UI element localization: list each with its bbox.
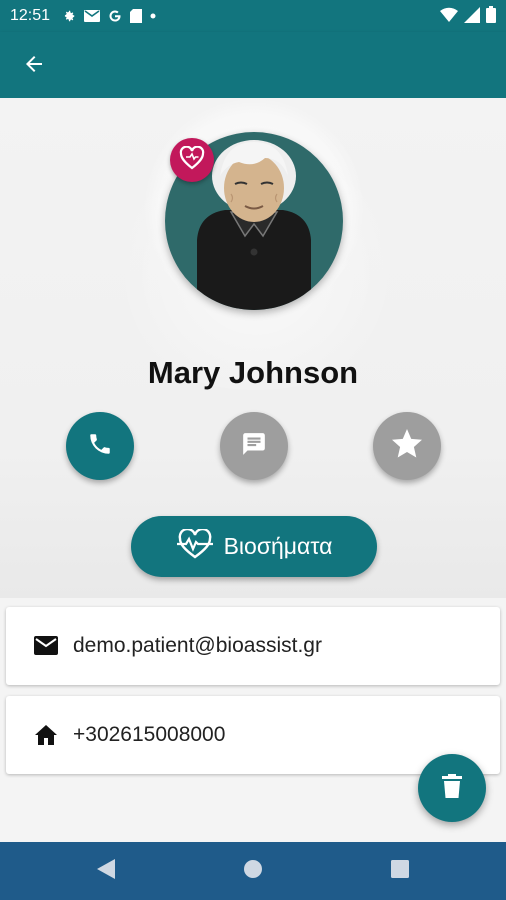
triangle-back-icon — [97, 858, 115, 884]
phone-icon — [87, 431, 113, 462]
phone-card[interactable]: +302615008000 — [6, 696, 500, 774]
phone-text: +302615008000 — [73, 723, 226, 746]
status-bar: 12:51 — [0, 0, 506, 32]
nav-home-button[interactable] — [241, 859, 265, 883]
favorite-button[interactable] — [373, 412, 441, 480]
dot-icon — [150, 13, 156, 19]
call-button[interactable] — [66, 412, 134, 480]
google-icon — [108, 9, 122, 23]
status-time: 12:51 — [10, 7, 51, 24]
mail-icon — [33, 633, 59, 659]
message-button[interactable] — [220, 412, 288, 480]
vitals-button[interactable]: Βιοσήματα — [131, 516, 377, 577]
trash-icon — [442, 773, 462, 803]
heart-badge — [170, 138, 214, 182]
nav-back-button[interactable] — [94, 858, 118, 884]
delete-button[interactable] — [418, 754, 486, 822]
heart-icon — [179, 145, 205, 175]
star-icon — [389, 426, 425, 467]
email-card[interactable]: demo.patient@bioassist.gr — [6, 607, 500, 685]
vitals-label: Βιοσήματα — [223, 533, 333, 559]
home-icon — [33, 722, 59, 748]
status-notification-icons — [62, 9, 156, 23]
app-bar — [0, 32, 506, 98]
signal-icon — [464, 6, 480, 28]
gear-icon — [62, 9, 76, 23]
patient-name: Mary Johnson — [147, 355, 359, 390]
status-system-icons — [440, 6, 496, 28]
heart-pulse-icon — [176, 527, 214, 565]
sd-card-icon — [130, 9, 143, 23]
mail-icon — [84, 10, 101, 22]
circle-home-icon — [243, 859, 263, 884]
system-nav-bar — [0, 842, 506, 900]
square-recents-icon — [391, 859, 409, 883]
email-text: demo.patient@bioassist.gr — [73, 634, 322, 657]
arrow-back-icon — [22, 52, 46, 81]
back-button[interactable] — [18, 50, 50, 82]
battery-icon — [486, 6, 496, 28]
message-icon — [241, 431, 267, 462]
nav-recents-button[interactable] — [388, 859, 412, 883]
wifi-icon — [440, 7, 458, 28]
